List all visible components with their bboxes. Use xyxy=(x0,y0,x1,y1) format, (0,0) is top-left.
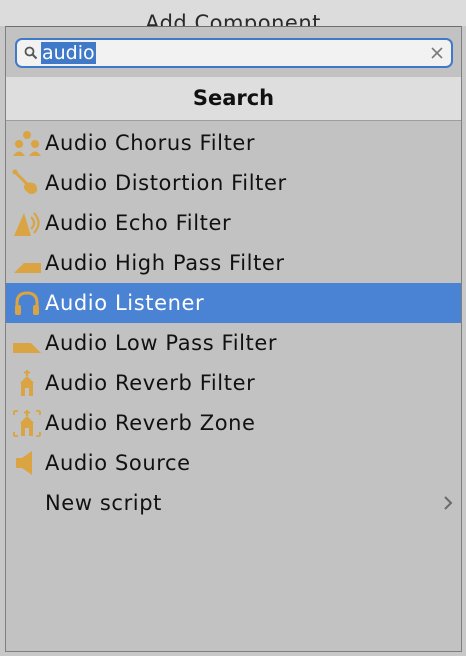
search-input-selected-text: audio xyxy=(41,42,96,64)
search-results-header-label: Search xyxy=(192,86,275,110)
list-item-audio-low-pass-filter[interactable]: Audio Low Pass Filter xyxy=(6,323,461,363)
list-item-label: Audio Distortion Filter xyxy=(45,171,287,195)
list-item-label: Audio High Pass Filter xyxy=(45,251,285,275)
list-item-audio-listener[interactable]: Audio Listener xyxy=(6,283,461,323)
audio-distortion-filter-icon xyxy=(12,169,38,194)
clear-search-icon[interactable] xyxy=(429,45,445,61)
search-icon xyxy=(24,46,38,60)
speaker-icon xyxy=(16,451,32,475)
search-results-header: Search xyxy=(6,77,461,121)
add-component-panel: audio Search Audio Chorus Filter Audio D… xyxy=(5,26,462,652)
list-item-label: Audio Listener xyxy=(45,291,205,315)
list-item-audio-source[interactable]: Audio Source xyxy=(6,443,461,483)
component-list: Audio Chorus Filter Audio Distortion Fil… xyxy=(6,123,461,523)
new-script-icon-spacer xyxy=(12,489,42,517)
list-item-audio-chorus-filter[interactable]: Audio Chorus Filter xyxy=(6,123,461,163)
audio-low-pass-filter-icon xyxy=(13,343,41,353)
list-item-label: Audio Reverb Filter xyxy=(45,371,256,395)
list-item-audio-reverb-filter[interactable]: Audio Reverb Filter xyxy=(6,363,461,403)
list-item-label: Audio Chorus Filter xyxy=(45,131,256,155)
audio-high-pass-filter-icon xyxy=(14,263,41,273)
list-item-label: Audio Source xyxy=(45,451,191,475)
list-item-label: Audio Low Pass Filter xyxy=(45,331,278,355)
audio-chorus-filter-icon xyxy=(13,131,41,156)
list-item-audio-echo-filter[interactable]: Audio Echo Filter xyxy=(6,203,461,243)
list-item-new-script[interactable]: New script xyxy=(6,483,461,523)
list-item-audio-distortion-filter[interactable]: Audio Distortion Filter xyxy=(6,163,461,203)
headphones-icon xyxy=(15,291,39,315)
audio-reverb-filter-icon xyxy=(20,370,34,396)
list-item-audio-high-pass-filter[interactable]: Audio High Pass Filter xyxy=(6,243,461,283)
search-field[interactable]: audio xyxy=(15,38,453,68)
search-input[interactable]: audio xyxy=(41,40,421,66)
list-item-label: Audio Echo Filter xyxy=(45,211,232,235)
audio-reverb-zone-icon xyxy=(13,410,41,437)
list-item-label: New script xyxy=(45,491,162,515)
list-item-label: Audio Reverb Zone xyxy=(45,411,256,435)
chevron-right-icon xyxy=(444,496,453,510)
audio-echo-filter-icon xyxy=(14,212,40,236)
list-item-audio-reverb-zone[interactable]: Audio Reverb Zone xyxy=(6,403,461,443)
